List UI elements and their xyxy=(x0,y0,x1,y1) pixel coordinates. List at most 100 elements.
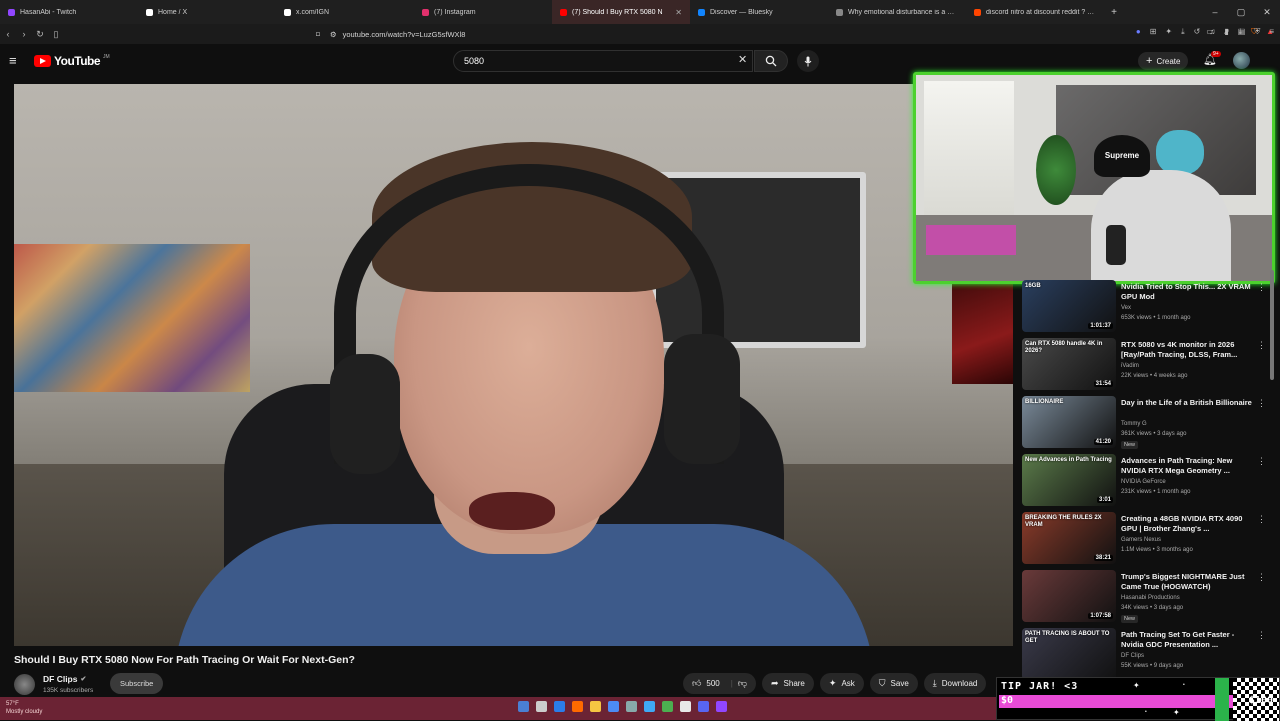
taskbar-apps xyxy=(518,701,727,712)
taskbar-app-icon[interactable] xyxy=(644,701,655,712)
recommended-video-title[interactable]: Creating a 48GB NVIDIA RTX 4090 GPU | Br… xyxy=(1121,514,1253,534)
taskbar-app-icon[interactable] xyxy=(680,701,691,712)
more-options-icon[interactable]: ⋮ xyxy=(1257,340,1266,351)
ask-button[interactable]: ✦ Ask xyxy=(819,673,864,694)
taskbar-app-icon[interactable] xyxy=(608,701,619,712)
recommended-video-channel[interactable]: DF Clips xyxy=(1121,653,1144,659)
sidebar-icon[interactable]: ▮ xyxy=(1224,27,1228,37)
clear-search-icon[interactable]: ✕ xyxy=(738,53,747,66)
browser-tab[interactable]: HasanAbi - Twitch xyxy=(0,0,138,24)
video-thumbnail[interactable]: Can RTX 5080 handle 4K in 2026? 31:54 xyxy=(1022,338,1116,390)
webcam-plant xyxy=(1036,135,1076,205)
voice-search-button[interactable] xyxy=(797,50,819,72)
tab-close-icon[interactable]: ✕ xyxy=(675,8,682,17)
more-options-icon[interactable]: ⋮ xyxy=(1257,398,1266,409)
search-input[interactable]: 5080 xyxy=(453,50,753,72)
browser-tab[interactable]: (7) Should I Buy RTX 5080 N ✕ xyxy=(552,0,690,24)
recommended-video[interactable]: 1:07:58 Trump's Biggest NIGHTMARE Just Ca… xyxy=(1022,570,1266,628)
browser-tab[interactable]: x.com/IGN xyxy=(276,0,414,24)
more-options-icon[interactable]: ⋮ xyxy=(1257,456,1266,467)
wallet-icon[interactable]: ▤ xyxy=(1238,27,1246,37)
site-info-icon[interactable]: ⚙ xyxy=(330,30,337,39)
video-thumbnail[interactable]: New Advances in Path Tracing 3:01 xyxy=(1022,454,1116,506)
minimize-icon[interactable]: – xyxy=(1202,7,1228,17)
recommended-video-channel[interactable]: Tommy G xyxy=(1121,421,1147,427)
tab-favicon-icon xyxy=(284,8,291,16)
close-icon[interactable]: ✕ xyxy=(1254,7,1280,18)
new-tab-button[interactable]: + xyxy=(1104,7,1124,18)
taskbar-app-icon[interactable] xyxy=(536,701,547,712)
browser-tab[interactable]: Why emotional disturbance is a dou xyxy=(828,0,966,24)
recommended-video-title[interactable]: Nvidia Tried to Stop This... 2X VRAM GPU… xyxy=(1121,282,1253,302)
menu-icon[interactable]: ≡ xyxy=(1269,27,1274,37)
recommended-video-channel[interactable]: iVadim xyxy=(1121,363,1139,369)
recommended-video-title[interactable]: Day in the Life of a British Billionaire xyxy=(1121,398,1253,408)
reload-button[interactable]: ↻ xyxy=(32,29,48,40)
recommended-video[interactable]: 16GB 1:01:37 Nvidia Tried to Stop This... … xyxy=(1022,280,1266,338)
taskbar-app-icon[interactable] xyxy=(626,701,637,712)
save-button[interactable]: ⛉ Save xyxy=(869,673,918,694)
browser-tab[interactable]: (7) Instagram xyxy=(414,0,552,24)
page-scrollbar[interactable] xyxy=(1270,270,1274,380)
weather-widget[interactable]: 57°F Mostly cloudy xyxy=(6,700,42,716)
taskbar-app-icon[interactable] xyxy=(554,701,565,712)
thumbs-down-icon[interactable]: 👎︎ xyxy=(738,678,747,689)
sidebar-toggle-icon[interactable]: ▯ xyxy=(48,29,64,40)
search-button[interactable] xyxy=(754,50,788,72)
taskbar-app-icon[interactable] xyxy=(590,701,601,712)
youtube-logo[interactable]: YouTube JM xyxy=(34,54,110,68)
channel-avatar[interactable] xyxy=(14,674,35,695)
video-thumbnail[interactable]: BREAKING THE RULES 2X VRAM 38:21 xyxy=(1022,512,1116,564)
hamburger-menu-icon[interactable]: ≡ xyxy=(9,54,17,67)
video-thumbnail[interactable]: 1:07:58 xyxy=(1022,570,1116,622)
share-button[interactable]: ➦ Share xyxy=(761,673,814,694)
account-avatar[interactable] xyxy=(1233,52,1250,69)
video-thumbnail[interactable]: 16GB 1:01:37 xyxy=(1022,280,1116,332)
taskbar-app-icon[interactable] xyxy=(716,701,727,712)
video-thumbnail[interactable]: BILLIONAIRE 41:20 xyxy=(1022,396,1116,448)
create-button[interactable]: + Create xyxy=(1138,52,1189,70)
recommended-video[interactable]: New Advances in Path Tracing 3:01 Advances… xyxy=(1022,454,1266,512)
forward-button[interactable]: › xyxy=(16,29,32,39)
recommended-video-title[interactable]: Path Tracing Set To Get Faster - Nvidia … xyxy=(1121,630,1253,650)
taskbar-app-icon[interactable] xyxy=(662,701,673,712)
recommended-video[interactable]: BREAKING THE RULES 2X VRAM 38:21 Creating … xyxy=(1022,512,1266,570)
taskbar-app-icon[interactable] xyxy=(518,701,529,712)
subscribe-button[interactable]: Subscribe xyxy=(110,673,164,694)
recommended-video-title[interactable]: RTX 5080 vs 4K monitor in 2026 [Ray/Path… xyxy=(1121,340,1253,360)
download-button[interactable]: ⤓ Download xyxy=(923,673,987,694)
browser-tab[interactable]: Home / X xyxy=(138,0,276,24)
more-options-icon[interactable]: ⋮ xyxy=(1257,514,1266,525)
taskbar-app-icon[interactable] xyxy=(698,701,709,712)
like-button[interactable]: 👍︎ 500 | 👎︎ xyxy=(683,673,756,694)
recommended-video-title[interactable]: Advances in Path Tracing: New NVIDIA RTX… xyxy=(1121,456,1253,476)
share-label: Share xyxy=(783,679,805,688)
video-player[interactable] xyxy=(14,84,1013,646)
taskbar-app-icon[interactable] xyxy=(572,701,583,712)
downloads-icon[interactable]: ⤓ xyxy=(1181,27,1185,37)
recommended-video-channel[interactable]: Vex xyxy=(1121,305,1131,311)
channel-name[interactable]: DF Clips ✔ xyxy=(43,674,86,684)
browser-tab[interactable]: Discover — Bluesky xyxy=(690,0,828,24)
recommended-video[interactable]: BILLIONAIRE 41:20 Day in the Life of a Bri… xyxy=(1022,396,1266,454)
recommended-video[interactable]: Can RTX 5080 handle 4K in 2026? 31:54 RTX … xyxy=(1022,338,1266,396)
more-options-icon[interactable]: ⋮ xyxy=(1257,572,1266,583)
more-options-icon[interactable]: ⋮ xyxy=(1257,282,1266,293)
history-icon[interactable]: ↺ xyxy=(1194,27,1201,37)
recommended-video-channel[interactable]: Hasanabi Productions xyxy=(1121,595,1180,601)
puzzle-icon[interactable]: ✦ xyxy=(1165,27,1172,37)
recommended-video-title[interactable]: Trump's Biggest NIGHTMARE Just Came True… xyxy=(1121,572,1253,592)
music-icon[interactable]: ♫ xyxy=(1209,27,1215,37)
discord-icon[interactable]: ⊞ xyxy=(1150,27,1157,37)
browser-tab[interactable]: discord nitro at discount reddit ? - B xyxy=(966,0,1104,24)
url-bar[interactable]: ⌑ ⚙ youtube.com/watch?v=LuzG5sfWXl8 xyxy=(316,27,942,41)
back-button[interactable]: ‹ xyxy=(0,29,16,39)
recommended-video-channel[interactable]: NVIDIA GeForce xyxy=(1121,479,1166,485)
extension-icon[interactable]: ● xyxy=(1136,27,1141,37)
recommended-video-channel[interactable]: Gamers Nexus xyxy=(1121,537,1161,543)
vpn-icon[interactable]: ⛨ xyxy=(1254,27,1260,37)
bookmark-icon[interactable]: ⌑ xyxy=(316,30,320,39)
maximize-icon[interactable]: ▢ xyxy=(1228,7,1254,18)
video-thumbnail[interactable]: PATH TRACING IS ABOUT TO GET xyxy=(1022,628,1116,680)
more-options-icon[interactable]: ⋮ xyxy=(1257,630,1266,641)
